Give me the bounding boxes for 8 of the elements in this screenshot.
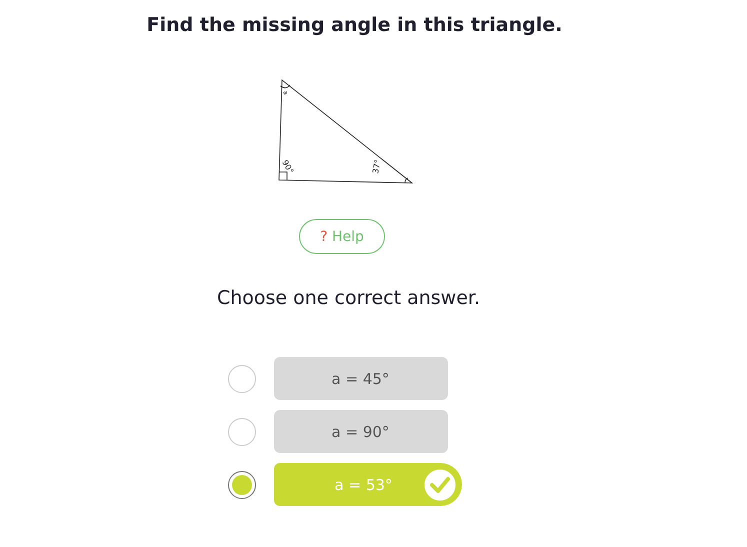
instruction-text: Choose one correct answer. <box>216 287 480 309</box>
question-text: Find the missing angle in this triangle. <box>146 14 562 36</box>
radio-button[interactable] <box>228 418 256 446</box>
radio-button[interactable] <box>228 364 256 392</box>
answer-option[interactable]: a = 45° <box>274 357 448 400</box>
help-button[interactable]: ? Help <box>299 219 385 254</box>
answer-option[interactable]: a = 90° <box>274 410 448 453</box>
radio-button[interactable] <box>228 470 256 498</box>
